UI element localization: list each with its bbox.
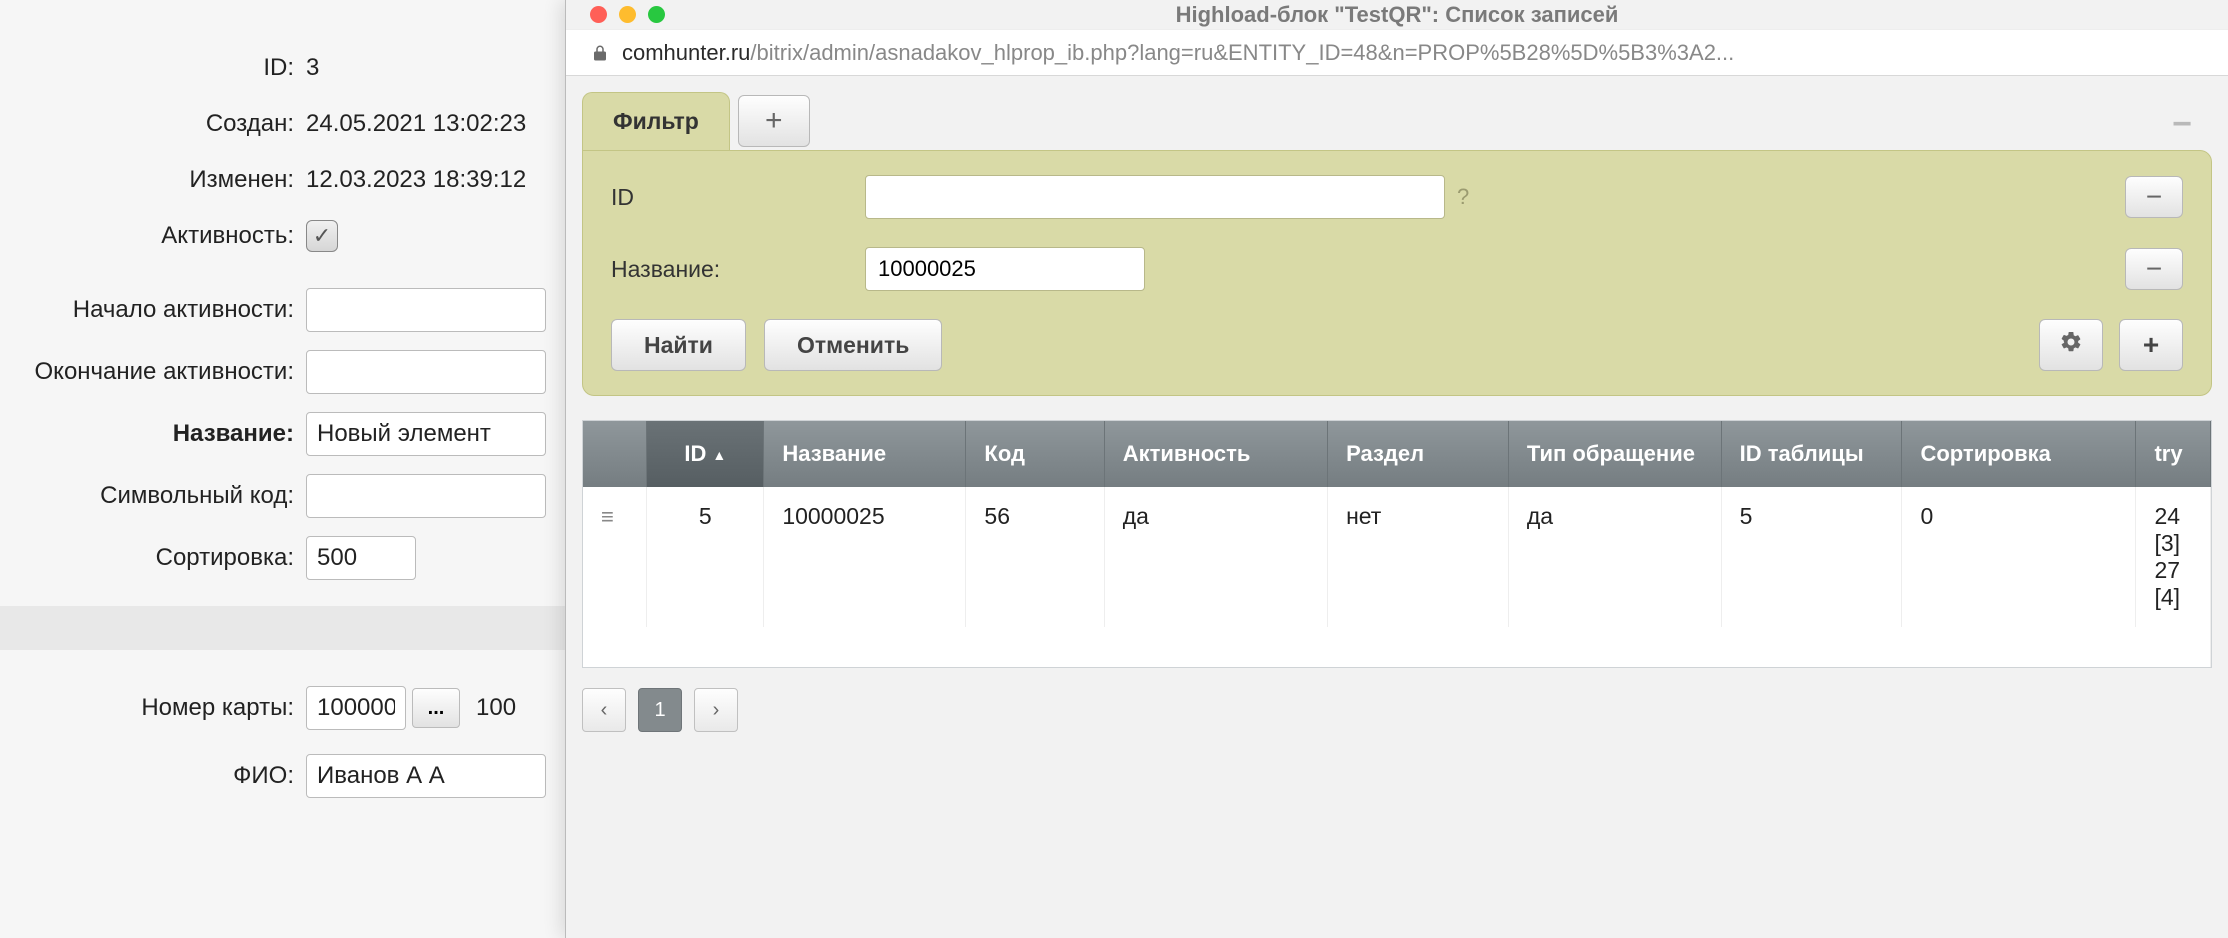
col-extra[interactable]: try bbox=[2136, 421, 2211, 487]
pager-prev-button[interactable]: ‹ bbox=[582, 688, 626, 732]
find-button[interactable]: Найти bbox=[611, 319, 746, 371]
fio-label: ФИО: bbox=[0, 762, 306, 790]
code-label: Символьный код: bbox=[0, 482, 306, 510]
col-active[interactable]: Активность bbox=[1104, 421, 1327, 487]
card-label: Номер карты: bbox=[0, 694, 306, 722]
popup-window: Highload-блок "TestQR": Список записей c… bbox=[565, 0, 2228, 938]
cell-code: 56 bbox=[966, 487, 1104, 627]
name-label: Название: bbox=[0, 420, 306, 448]
card-after-text: 100 bbox=[476, 694, 516, 722]
url-text[interactable]: comhunter.ru/bitrix/admin/asnadakov_hlpr… bbox=[622, 40, 1734, 66]
filter-collapse-button[interactable]: − bbox=[2172, 105, 2192, 150]
id-label: ID: bbox=[0, 54, 306, 82]
col-id[interactable]: ID▲ bbox=[647, 421, 764, 487]
help-icon[interactable]: ? bbox=[1457, 184, 1469, 210]
results-table: ID▲ Название Код Активность Раздел Тип о… bbox=[582, 420, 2212, 668]
col-name[interactable]: Название bbox=[764, 421, 966, 487]
filter-body: ID ? − Название: − Найти Отменить bbox=[582, 150, 2212, 396]
gear-icon bbox=[2059, 329, 2083, 361]
sort-asc-icon: ▲ bbox=[712, 447, 726, 463]
active-to-input[interactable] bbox=[306, 350, 546, 394]
cell-name: 10000025 bbox=[764, 487, 966, 627]
created-value: 24.05.2021 13:02:23 bbox=[306, 110, 526, 138]
minus-icon: − bbox=[2172, 105, 2192, 143]
filter-tab[interactable]: Фильтр bbox=[582, 92, 730, 150]
filter-id-input[interactable] bbox=[865, 175, 1445, 219]
fio-input[interactable] bbox=[306, 754, 546, 798]
active-label: Активность: bbox=[0, 222, 306, 250]
active-checkbox[interactable]: ✓ bbox=[306, 220, 338, 252]
created-label: Создан: bbox=[0, 110, 306, 138]
cell-extra: 24 [3] 27 [4] bbox=[2136, 487, 2211, 627]
address-bar: comhunter.ru/bitrix/admin/asnadakov_hlpr… bbox=[566, 30, 2228, 76]
cell-type: да bbox=[1508, 487, 1721, 627]
filter-add-button[interactable]: + bbox=[2119, 319, 2183, 371]
cancel-button[interactable]: Отменить bbox=[764, 319, 942, 371]
pager: ‹ 1 › bbox=[582, 688, 2212, 732]
col-type[interactable]: Тип обращение bbox=[1508, 421, 1721, 487]
row-menu-header bbox=[583, 421, 647, 487]
name-input[interactable] bbox=[306, 412, 546, 456]
code-input[interactable] bbox=[306, 474, 546, 518]
table-row[interactable]: ≡ 5 10000025 56 да нет да 5 0 24 [3] 27 … bbox=[583, 487, 2211, 627]
plus-icon: + bbox=[765, 104, 783, 138]
minus-icon: − bbox=[2146, 253, 2162, 285]
lock-icon bbox=[590, 43, 610, 63]
active-to-label: Окончание активности: bbox=[0, 358, 306, 386]
card-lookup-button[interactable]: ... bbox=[412, 688, 460, 728]
minus-icon: − bbox=[2146, 181, 2162, 213]
filter-name-label: Название: bbox=[611, 256, 865, 283]
filter-name-remove-button[interactable]: − bbox=[2125, 248, 2183, 290]
filter-id-label: ID bbox=[611, 184, 865, 211]
window-title: Highload-блок "TestQR": Список записей bbox=[566, 2, 2228, 28]
id-value: 3 bbox=[306, 54, 319, 82]
window-titlebar: Highload-блок "TestQR": Список записей bbox=[566, 0, 2228, 30]
cell-tableid: 5 bbox=[1721, 487, 1902, 627]
col-code[interactable]: Код bbox=[966, 421, 1104, 487]
active-from-label: Начало активности: bbox=[0, 296, 306, 324]
col-section[interactable]: Раздел bbox=[1328, 421, 1509, 487]
col-tableid[interactable]: ID таблицы bbox=[1721, 421, 1902, 487]
modified-value: 12.03.2023 18:39:12 bbox=[306, 166, 526, 194]
sort-input[interactable] bbox=[306, 536, 416, 580]
filter-settings-button[interactable] bbox=[2039, 319, 2103, 371]
cell-id: 5 bbox=[647, 487, 764, 627]
row-menu-icon[interactable]: ≡ bbox=[601, 504, 614, 529]
plus-icon: + bbox=[2143, 329, 2159, 361]
cell-sort: 0 bbox=[1902, 487, 2136, 627]
active-from-input[interactable] bbox=[306, 288, 546, 332]
filter-name-input[interactable] bbox=[865, 247, 1145, 291]
filter-id-remove-button[interactable]: − bbox=[2125, 176, 2183, 218]
modified-label: Изменен: bbox=[0, 166, 306, 194]
pager-page-1[interactable]: 1 bbox=[638, 688, 682, 732]
col-sort[interactable]: Сортировка bbox=[1902, 421, 2136, 487]
cell-active: да bbox=[1104, 487, 1327, 627]
card-input[interactable] bbox=[306, 686, 406, 730]
sort-label: Сортировка: bbox=[0, 544, 306, 572]
add-filter-tab-button[interactable]: + bbox=[738, 95, 810, 147]
pager-next-button[interactable]: › bbox=[694, 688, 738, 732]
cell-section: нет bbox=[1328, 487, 1509, 627]
table-header-row: ID▲ Название Код Активность Раздел Тип о… bbox=[583, 421, 2211, 487]
